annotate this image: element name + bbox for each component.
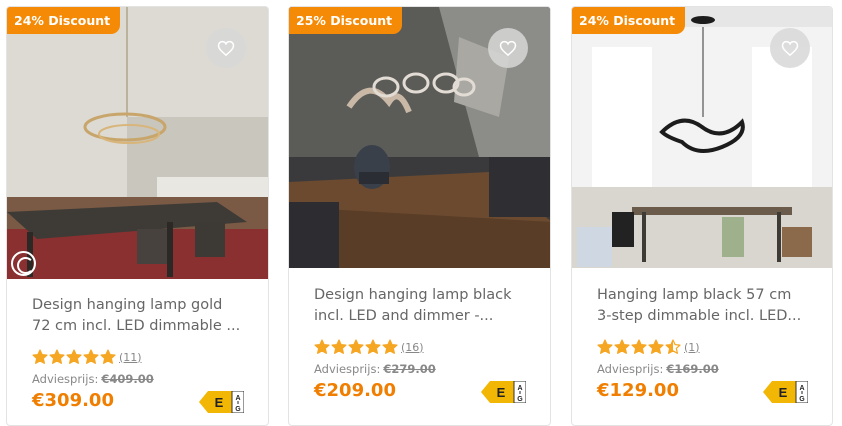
- energy-label-icon[interactable]: E A G: [763, 381, 808, 403]
- stars: [32, 349, 116, 365]
- star-icon: [597, 339, 613, 354]
- product-title[interactable]: Hanging lamp black 57 cm 3-step dimmable…: [572, 285, 832, 327]
- energy-scale-bottom: G: [799, 396, 805, 403]
- rating: (11): [32, 349, 268, 365]
- discount-badge: 25% Discount: [289, 7, 403, 34]
- product-title-line-2: 3-step dimmable incl. LED...: [597, 308, 802, 324]
- stars: [597, 339, 681, 355]
- product-title-line-1: Hanging lamp black 57 cm: [597, 287, 792, 303]
- product-card[interactable]: 25% Discount Design hanging lamp black i…: [288, 6, 551, 426]
- star-icon: [631, 339, 647, 354]
- energy-scale-top: A: [235, 395, 240, 402]
- energy-class: E: [215, 395, 224, 410]
- star-icon: [66, 349, 82, 364]
- star-icon: [365, 339, 381, 354]
- energy-scale-top: A: [517, 385, 522, 392]
- star-icon: [348, 339, 364, 354]
- review-count[interactable]: (16): [401, 341, 424, 354]
- heart-outline-icon: [781, 40, 799, 56]
- advice-price-label: Adviesprijs:: [32, 372, 99, 386]
- product-card[interactable]: 24% Discount Hanging lamp black 57 cm 3-…: [571, 6, 833, 426]
- review-count[interactable]: (1): [684, 341, 700, 354]
- energy-scale-bottom: G: [517, 396, 523, 403]
- advice-price: Adviesprijs: €169.00: [597, 362, 832, 376]
- favorite-button[interactable]: [206, 28, 246, 68]
- discount-badge: 24% Discount: [7, 7, 121, 34]
- product-title[interactable]: Design hanging lamp gold 72 cm incl. LED…: [7, 295, 268, 337]
- product-title-line-2: incl. LED and dimmer -...: [314, 308, 494, 324]
- energy-label-icon[interactable]: E A G: [199, 391, 244, 413]
- product-title[interactable]: Design hanging lamp black incl. LED and …: [289, 285, 550, 327]
- stars: [314, 339, 398, 355]
- favorite-button[interactable]: [770, 28, 810, 68]
- review-count[interactable]: (11): [119, 351, 142, 364]
- heart-outline-icon: [499, 40, 517, 56]
- old-price: €279.00: [383, 362, 436, 376]
- product-title-line-2: 72 cm incl. LED dimmable ...: [32, 318, 241, 334]
- advice-price: Adviesprijs: €409.00: [32, 372, 268, 386]
- star-icon: [648, 339, 664, 354]
- energy-scale-top: A: [799, 385, 804, 392]
- star-icon: [49, 349, 65, 364]
- video-play-icon[interactable]: [11, 251, 36, 276]
- star-icon: [83, 349, 99, 364]
- star-icon: [100, 349, 116, 364]
- star-icon: [614, 339, 630, 354]
- product-card[interactable]: 24% Discount Design hanging lamp gold 72…: [6, 6, 269, 426]
- rating: (16): [314, 339, 550, 355]
- product-title-line-1: Design hanging lamp gold: [32, 297, 223, 313]
- star-icon: [665, 339, 681, 354]
- star-icon: [382, 339, 398, 354]
- heart-outline-icon: [217, 40, 235, 56]
- advice-price-label: Adviesprijs:: [597, 362, 664, 376]
- energy-class: E: [779, 385, 788, 400]
- old-price: €409.00: [101, 372, 154, 386]
- star-icon: [32, 349, 48, 364]
- star-icon: [331, 339, 347, 354]
- favorite-button[interactable]: [488, 28, 528, 68]
- product-title-line-1: Design hanging lamp black: [314, 287, 512, 303]
- advice-price: Adviesprijs: €279.00: [314, 362, 550, 376]
- energy-class: E: [497, 385, 506, 400]
- discount-badge: 24% Discount: [572, 7, 686, 34]
- old-price: €169.00: [666, 362, 719, 376]
- energy-label-icon[interactable]: E A G: [481, 381, 526, 403]
- rating: (1): [597, 339, 832, 355]
- advice-price-label: Adviesprijs:: [314, 362, 381, 376]
- star-icon: [314, 339, 330, 354]
